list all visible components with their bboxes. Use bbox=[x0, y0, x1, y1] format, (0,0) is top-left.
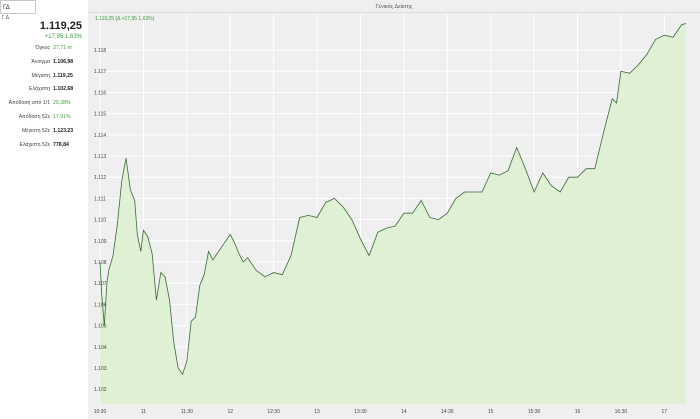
last-price: 1.119,25 bbox=[39, 20, 82, 32]
stat-row: Απόδοση 52ε 17,91% bbox=[0, 111, 88, 125]
x-tick-label: 11 bbox=[141, 409, 146, 415]
stat-value: 778,84 bbox=[53, 141, 69, 148]
symbol-sub-label: Γ.Δ. bbox=[2, 15, 11, 21]
y-tick-label: 1.111 bbox=[94, 196, 106, 202]
symbol-input[interactable]: ΓΔ bbox=[0, 0, 36, 14]
x-tick-label: 14:30 bbox=[441, 409, 454, 415]
x-tick-label: 13 bbox=[314, 409, 320, 415]
stat-label: Μέγιστη 52ε bbox=[21, 127, 50, 134]
stat-label: Απόδοση από 1/1 bbox=[8, 100, 50, 107]
y-tick-label: 1.115 bbox=[94, 112, 106, 118]
x-tick-label: 16:30 bbox=[615, 409, 628, 415]
stat-value: 1.119,25 bbox=[53, 72, 73, 79]
chart-header-value: 1.119,25 (Δ +17,95 1,63%) bbox=[95, 16, 155, 22]
x-tick-label: 13:30 bbox=[354, 409, 367, 415]
y-tick-label: 1.102 bbox=[94, 387, 107, 393]
stat-row: Άνοιγμα 1.106,98 bbox=[0, 56, 88, 70]
y-tick-label: 1.103 bbox=[94, 366, 107, 372]
y-tick-label: 1.113 bbox=[94, 154, 106, 160]
y-tick-label: 1.109 bbox=[94, 239, 107, 245]
x-tick-label: 16 bbox=[575, 409, 581, 415]
stat-value: 1.106,98 bbox=[53, 58, 74, 65]
stat-row: Μέγιστη 1.119,25 bbox=[0, 70, 88, 84]
y-tick-label: 1.112 bbox=[94, 175, 106, 181]
x-tick-label: 12 bbox=[227, 409, 233, 415]
y-tick-label: 1.104 bbox=[94, 345, 107, 351]
stat-value: 20,38% bbox=[53, 100, 71, 107]
x-tick-label: 15 bbox=[488, 409, 494, 415]
stat-row: Ελάχιστη 52ε 778,84 bbox=[0, 139, 88, 153]
x-tick-label: 15:30 bbox=[528, 409, 541, 415]
y-tick-label: 1.110 bbox=[94, 218, 106, 224]
y-tick-label: 1.108 bbox=[94, 260, 107, 266]
y-tick-label: 1.118 bbox=[94, 48, 106, 54]
stat-row: Όγκος 37,71 m bbox=[0, 42, 88, 56]
x-tick-label: 10:30 bbox=[94, 409, 107, 415]
quote-panel: ΓΔ Γ.Δ. 1.119,25 +17,95 1,63% Όγκος 37,71… bbox=[0, 0, 88, 419]
y-tick-label: 1.116 bbox=[94, 90, 106, 96]
stat-label: Απόδοση 52ε bbox=[18, 113, 50, 120]
stat-label: Άνοιγμα bbox=[31, 58, 50, 65]
stat-label: Όγκος bbox=[35, 45, 50, 51]
y-tick-label: 1.105 bbox=[94, 324, 107, 330]
stat-value: 1.102,68 bbox=[53, 86, 74, 93]
stat-value: 37,71 m bbox=[53, 45, 72, 51]
y-tick-label: 1.117 bbox=[94, 69, 106, 75]
stat-value: 1.123,23 bbox=[53, 127, 74, 134]
stats-table: Όγκος 37,71 m Άνοιγμα 1.106,98 Μέγιστη 1.119,… bbox=[0, 42, 88, 152]
y-tick-label: 1.106 bbox=[94, 302, 107, 308]
stat-row: Μέγιστη 52ε 1.123,23 bbox=[0, 125, 88, 139]
stat-label: Ελάχιστη bbox=[29, 86, 50, 93]
y-tick-label: 1.114 bbox=[94, 133, 106, 139]
x-tick-label: 14 bbox=[401, 409, 407, 415]
stat-label: Ελάχιστη 52ε bbox=[19, 141, 50, 148]
index-chart: 1.102 1.103 1.104 1.105 1.106 1.107 1.108 1.109… bbox=[94, 14, 687, 415]
y-tick-label: 1.107 bbox=[94, 281, 107, 287]
price-change: +17,95 1,63% bbox=[44, 34, 82, 40]
stat-value: 17,91% bbox=[53, 113, 71, 120]
x-tick-label: 17 bbox=[662, 409, 668, 415]
stat-label: Μέγιστη bbox=[31, 72, 50, 79]
stat-row: Απόδοση από 1/1 20,38% bbox=[0, 97, 88, 111]
stat-row: Ελάχιστη 1.102,68 bbox=[0, 83, 88, 97]
chart-area: Γενικός Δείκτης 1.102 1.103 1.104 1.105 1.10… bbox=[88, 0, 700, 419]
x-tick-label: 12:30 bbox=[267, 409, 280, 415]
x-tick-label: 11:30 bbox=[181, 409, 193, 415]
